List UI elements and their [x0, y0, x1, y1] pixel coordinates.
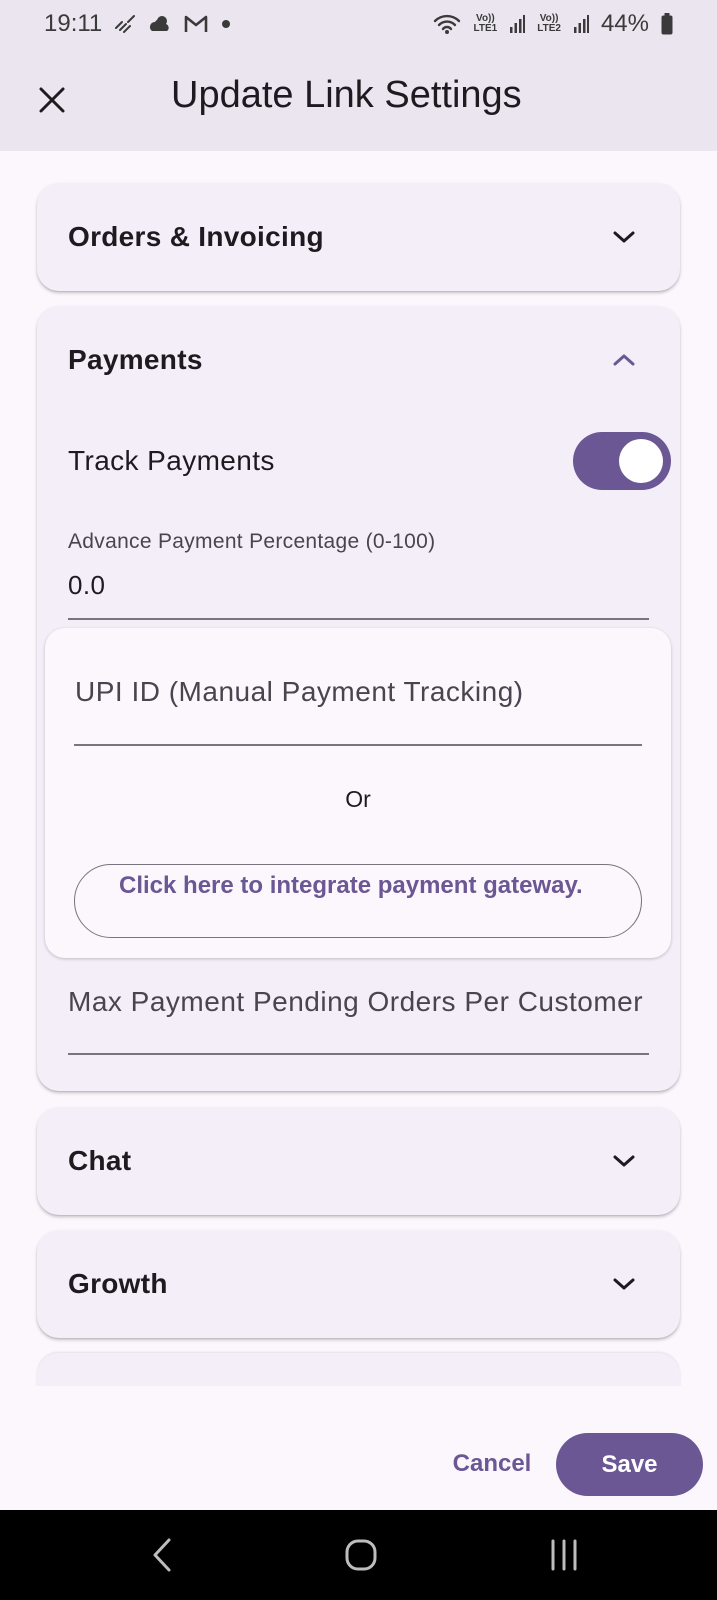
signal-2-icon	[573, 14, 589, 34]
track-payments-row: Track Payments	[68, 426, 671, 496]
back-icon	[153, 1538, 171, 1572]
notification-dot-icon	[220, 18, 232, 30]
status-bar: 19:11 Vo)) LTE1 Vo)) LTE2 44%	[0, 0, 717, 48]
nav-recents-button[interactable]	[534, 1530, 594, 1580]
max-pending-orders-underline	[68, 1053, 649, 1055]
gmail-icon	[184, 14, 208, 34]
or-divider-text: Or	[345, 786, 371, 812]
section-title: Orders & Invoicing	[68, 221, 324, 252]
wifi-icon	[432, 13, 462, 35]
growth-header[interactable]: Growth	[37, 1230, 680, 1338]
switch-knob	[619, 439, 663, 483]
section-chat: Chat	[37, 1107, 680, 1215]
chevron-up-icon	[612, 348, 636, 372]
section-growth: Growth	[37, 1230, 680, 1338]
weather-icon	[148, 13, 172, 35]
close-button[interactable]	[24, 72, 80, 128]
nav-back-button[interactable]	[132, 1530, 192, 1580]
section-title: Payments	[68, 344, 203, 375]
chevron-down-icon	[612, 1149, 636, 1173]
upi-id-underline	[74, 744, 642, 746]
section-orders-invoicing: Orders & Invoicing	[37, 183, 680, 291]
nav-home-button[interactable]	[331, 1530, 391, 1580]
track-payments-switch[interactable]	[573, 432, 671, 490]
battery-percent: 44%	[600, 10, 649, 37]
close-icon	[39, 87, 65, 112]
orders-invoicing-header[interactable]: Orders & Invoicing	[37, 183, 680, 291]
section-title: Chat	[68, 1145, 132, 1176]
integrate-gateway-button[interactable]: Click here to integrate payment gateway.	[74, 864, 642, 938]
recents-icon	[551, 1539, 577, 1571]
page-title: Update Link Settings	[171, 74, 522, 116]
home-icon	[345, 1539, 377, 1571]
upi-id-input[interactable]: UPI ID (Manual Payment Tracking)	[75, 676, 524, 708]
chat-header[interactable]: Chat	[37, 1107, 680, 1215]
battery-icon	[661, 13, 673, 35]
wifi-calling-icon	[114, 14, 136, 34]
network-1-label: Vo)) LTE1	[473, 13, 498, 34]
status-right: Vo)) LTE1 Vo)) LTE2 44%	[432, 10, 673, 38]
system-nav-bar	[0, 1510, 717, 1600]
save-button[interactable]: Save	[556, 1433, 703, 1496]
payments-header[interactable]: Payments	[37, 306, 680, 414]
status-left: 19:11	[44, 10, 232, 38]
top-bar: 19:11 Vo)) LTE1 Vo)) LTE2 44% Update Lin…	[0, 0, 717, 151]
max-pending-orders-input[interactable]: Max Payment Pending Orders Per Customer	[68, 986, 668, 1018]
network-2-label: Vo)) LTE2	[537, 13, 561, 34]
app-bar: Update Link Settings	[0, 48, 717, 151]
status-time: 19:11	[44, 10, 103, 37]
signal-1-icon	[509, 14, 526, 34]
advance-payment-label: Advance Payment Percentage (0-100)	[68, 530, 436, 553]
chevron-down-icon	[612, 225, 636, 249]
advance-payment-input[interactable]: 0.0	[68, 570, 105, 601]
advance-payment-underline	[68, 618, 649, 620]
track-payments-label: Track Payments	[68, 445, 275, 476]
section-payments: Payments Track Payments Advance Payment …	[37, 306, 680, 1091]
payment-method-box: UPI ID (Manual Payment Tracking) Or Clic…	[45, 628, 671, 958]
cancel-button[interactable]: Cancel	[432, 1432, 552, 1496]
chevron-down-icon	[612, 1272, 636, 1296]
section-title: Growth	[68, 1268, 168, 1299]
